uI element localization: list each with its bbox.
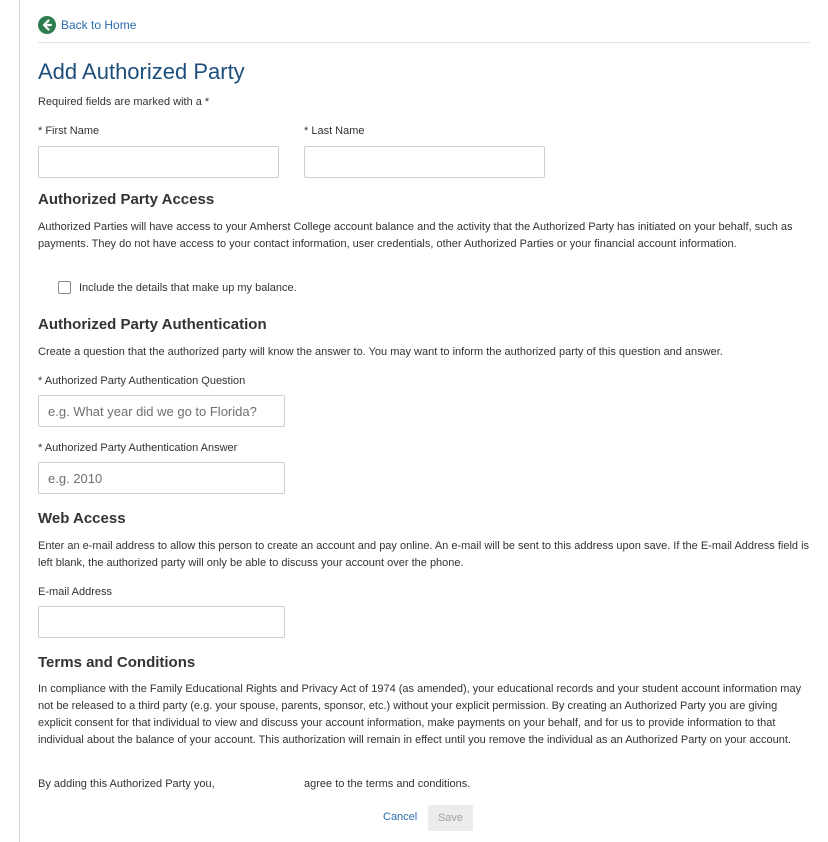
- auth-answer-label: * Authorized Party Authentication Answer: [38, 442, 238, 454]
- web-access-description: Enter an e-mail address to allow this pe…: [38, 540, 810, 569]
- include-details-checkbox-row[interactable]: Include the details that make up my bala…: [58, 281, 297, 294]
- header-divider: [38, 42, 810, 43]
- page: Back to Home Add Authorized Party Requir…: [0, 0, 828, 842]
- back-to-home-label[interactable]: Back to Home: [61, 18, 136, 32]
- agree-suffix-text: agree to the terms and conditions.: [304, 778, 471, 790]
- email-input[interactable]: [38, 606, 285, 638]
- include-details-checkbox[interactable]: [58, 281, 71, 294]
- auth-answer-input[interactable]: [38, 462, 285, 494]
- include-details-label[interactable]: Include the details that make up my bala…: [79, 282, 297, 294]
- access-heading: Authorized Party Access: [38, 191, 215, 208]
- access-description: Authorized Parties will have access to y…: [38, 221, 793, 250]
- terms-heading: Terms and Conditions: [38, 654, 196, 671]
- left-border: [19, 0, 20, 842]
- auth-question-label: * Authorized Party Authentication Questi…: [38, 375, 246, 387]
- last-name-label: * Last Name: [304, 125, 365, 137]
- cancel-link[interactable]: Cancel: [383, 811, 417, 823]
- authentication-description: Create a question that the authorized pa…: [38, 346, 723, 358]
- terms-body: In compliance with the Family Educationa…: [38, 683, 802, 746]
- last-name-input[interactable]: [304, 146, 545, 178]
- save-button[interactable]: Save: [428, 805, 473, 831]
- first-name-label: * First Name: [38, 125, 100, 137]
- first-name-input[interactable]: [38, 146, 279, 178]
- authentication-heading: Authorized Party Authentication: [38, 316, 267, 333]
- arrow-left-circle-icon: [38, 16, 56, 34]
- auth-question-input[interactable]: [38, 395, 285, 427]
- web-access-heading: Web Access: [38, 510, 126, 527]
- back-to-home-link[interactable]: Back to Home: [38, 15, 136, 35]
- agree-prefix-text: By adding this Authorized Party you,: [38, 778, 215, 790]
- email-label: E-mail Address: [38, 586, 112, 598]
- page-title: Add Authorized Party: [38, 59, 245, 84]
- required-fields-note: Required fields are marked with a *: [38, 96, 210, 108]
